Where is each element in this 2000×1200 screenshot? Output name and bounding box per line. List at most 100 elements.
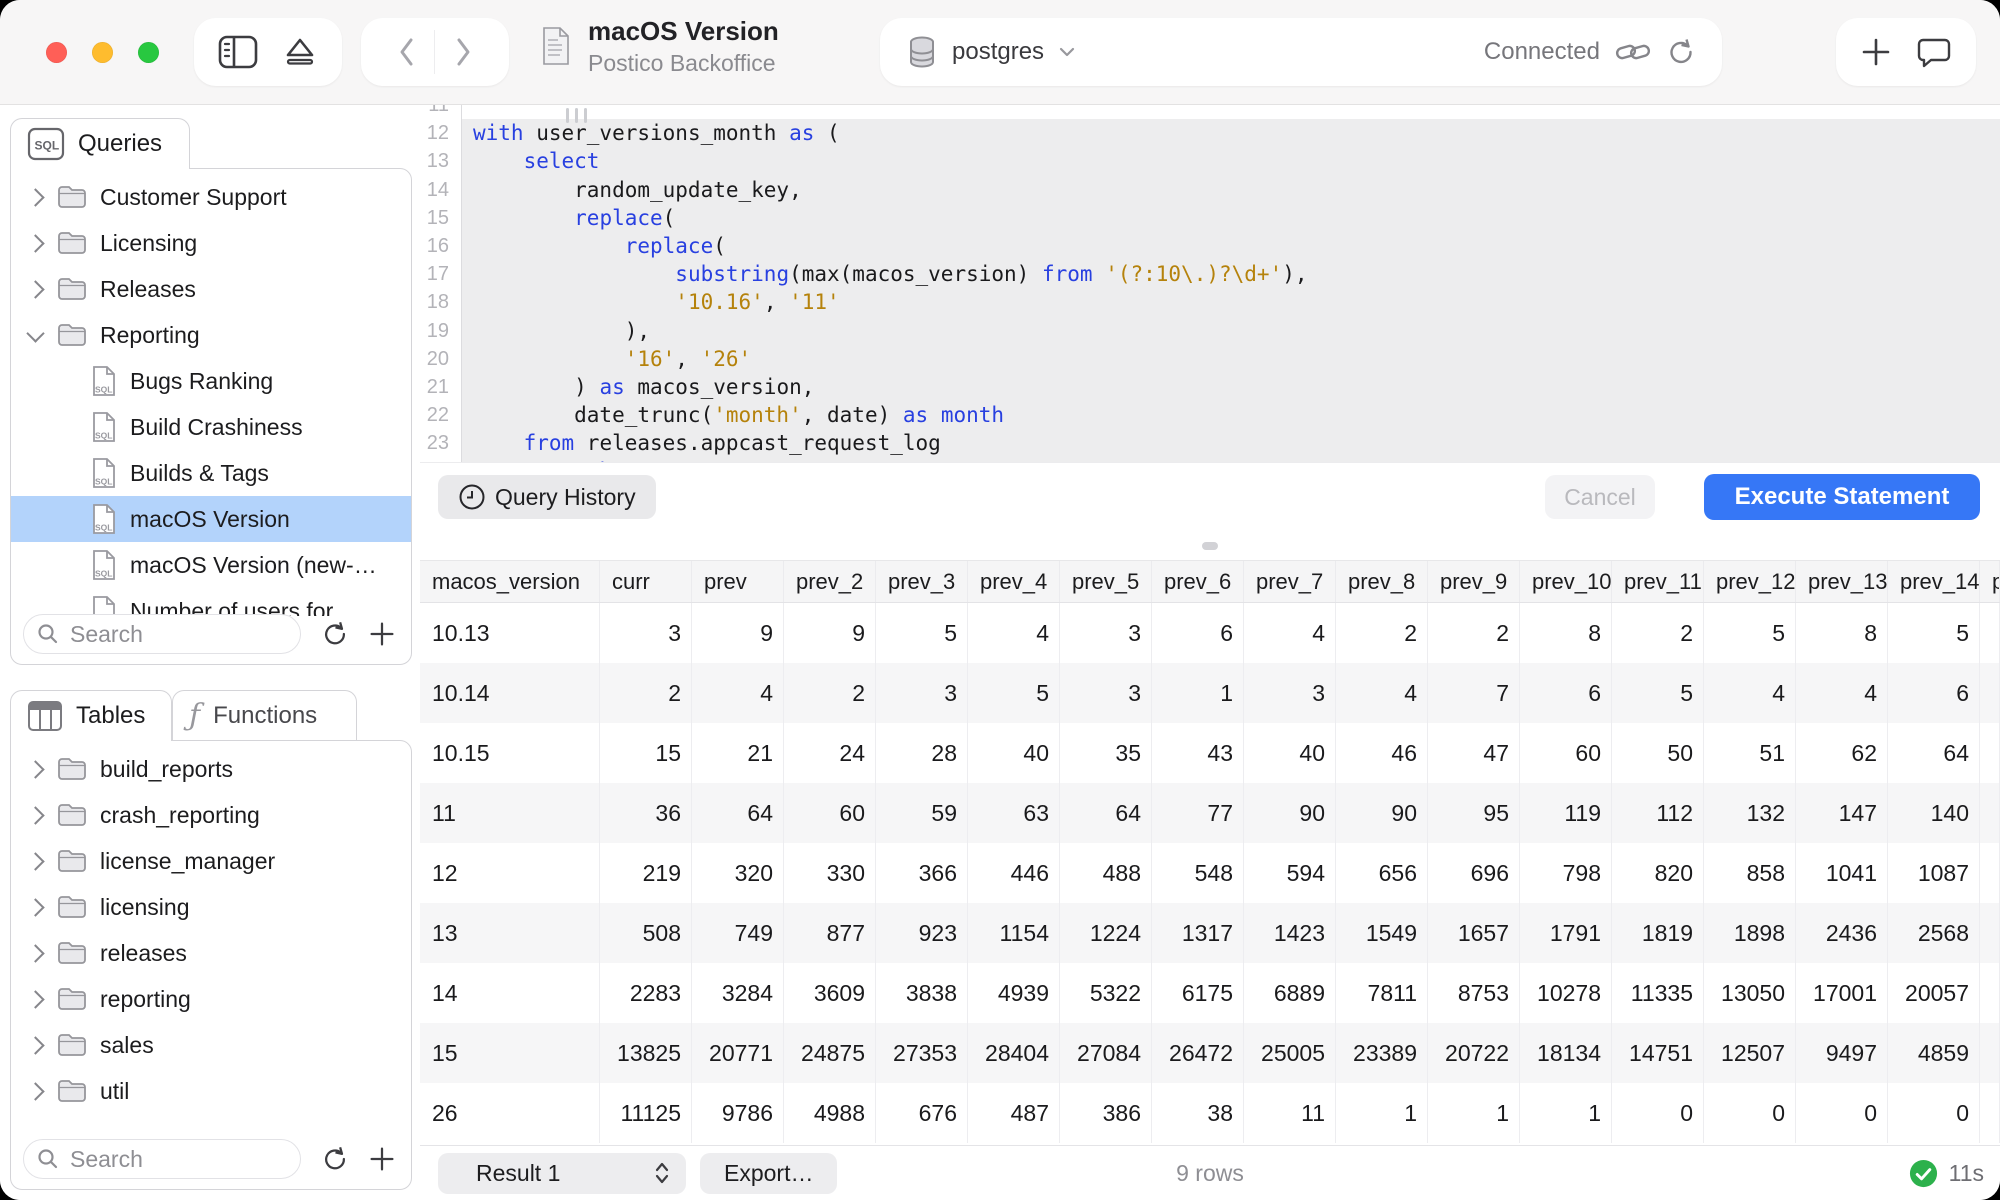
chevron-right-icon[interactable]: [26, 234, 44, 252]
query-item-builds-tags[interactable]: SQLBuilds & Tags: [11, 450, 411, 496]
cell-prev-7[interactable]: 1423: [1244, 903, 1336, 963]
tab-functions[interactable]: ƒ Functions: [172, 690, 357, 740]
cell-prev[interactable]: 4: [692, 663, 784, 723]
cell-prev[interactable]: 20771: [692, 1023, 784, 1083]
cell-prev-4[interactable]: 446: [968, 843, 1060, 903]
close-window-button[interactable]: [46, 42, 67, 63]
cell-prev-6[interactable]: 6: [1152, 603, 1244, 663]
cell-prev-2[interactable]: 4988: [784, 1083, 876, 1143]
cell-clipped[interactable]: [1980, 663, 2000, 723]
cell-prev-12[interactable]: 1898: [1704, 903, 1796, 963]
cell-prev-13[interactable]: 147: [1796, 783, 1888, 843]
cell-prev-3[interactable]: 3: [876, 663, 968, 723]
editor-line-13[interactable]: 13 select: [420, 147, 2000, 175]
cell-prev-8[interactable]: 90: [1336, 783, 1428, 843]
cell-clipped[interactable]: [1980, 1083, 2000, 1143]
column-header-prev-14[interactable]: prev_14: [1888, 561, 1980, 602]
cell-clipped[interactable]: [1980, 963, 2000, 1023]
cell-macos-version[interactable]: 10.14: [420, 663, 600, 723]
column-header-prev-2[interactable]: prev_2: [784, 561, 876, 602]
export-button[interactable]: Export…: [700, 1153, 837, 1194]
query-item-licensing[interactable]: Licensing: [11, 220, 411, 266]
tab-tables[interactable]: Tables: [10, 690, 172, 741]
cell-prev-9[interactable]: 20722: [1428, 1023, 1520, 1083]
cell-prev-13[interactable]: 4: [1796, 663, 1888, 723]
cell-prev-12[interactable]: 51: [1704, 723, 1796, 783]
cell-curr[interactable]: 36: [600, 783, 692, 843]
editor-line-23[interactable]: 23 from releases.appcast_request_log: [420, 429, 2000, 457]
editor-line-20[interactable]: 20 '16', '26': [420, 345, 2000, 373]
cell-prev-2[interactable]: 24875: [784, 1023, 876, 1083]
cell-prev-5[interactable]: 64: [1060, 783, 1152, 843]
table-row-10-13[interactable]: 10.13399543642282585: [420, 603, 2000, 663]
query-item-reporting[interactable]: Reporting: [11, 312, 411, 358]
cell-prev-4[interactable]: 40: [968, 723, 1060, 783]
column-header-macos-version[interactable]: macos_version: [420, 561, 600, 602]
cell-prev-5[interactable]: 1224: [1060, 903, 1152, 963]
cell-prev-8[interactable]: 1549: [1336, 903, 1428, 963]
cell-prev-9[interactable]: 7: [1428, 663, 1520, 723]
cell-prev-3[interactable]: 28: [876, 723, 968, 783]
schema-item-reporting[interactable]: reporting: [11, 976, 411, 1022]
cell-curr[interactable]: 219: [600, 843, 692, 903]
chevron-right-icon[interactable]: [26, 1082, 44, 1100]
cell-prev-3[interactable]: 676: [876, 1083, 968, 1143]
editor-line-11[interactable]: 11: [420, 105, 2000, 119]
cell-prev[interactable]: 9: [692, 603, 784, 663]
queries-searchbox[interactable]: [23, 614, 301, 654]
new-item-icon[interactable]: [1861, 37, 1891, 67]
chevron-down-icon[interactable]: [26, 324, 44, 342]
cell-clipped[interactable]: [1980, 903, 2000, 963]
cell-prev-10[interactable]: 798: [1520, 843, 1612, 903]
schema-item-releases[interactable]: releases: [11, 930, 411, 976]
cell-macos-version[interactable]: 14: [420, 963, 600, 1023]
column-header-prev-15-clipped[interactable]: prev_15: [1980, 561, 2000, 602]
chevron-right-icon[interactable]: [26, 188, 44, 206]
query-item-bugs-ranking[interactable]: SQLBugs Ranking: [11, 358, 411, 404]
cell-prev-2[interactable]: 330: [784, 843, 876, 903]
minimize-window-button[interactable]: [92, 42, 113, 63]
cell-prev-6[interactable]: 1317: [1152, 903, 1244, 963]
cancel-button[interactable]: Cancel: [1545, 475, 1655, 519]
tables-search-input[interactable]: [68, 1145, 262, 1174]
toggle-sidebar-icon[interactable]: [217, 34, 259, 70]
editor-line-18[interactable]: 18 '10.16', '11': [420, 288, 2000, 316]
chevron-right-icon[interactable]: [26, 990, 44, 1008]
query-item-macos-version-new[interactable]: SQLmacOS Version (new-…: [11, 542, 411, 588]
cell-prev-7[interactable]: 40: [1244, 723, 1336, 783]
cell-prev-4[interactable]: 4: [968, 603, 1060, 663]
cell-prev-2[interactable]: 3609: [784, 963, 876, 1023]
cell-macos-version[interactable]: 13: [420, 903, 600, 963]
chevron-right-icon[interactable]: [26, 898, 44, 916]
tab-queries[interactable]: SQL Queries: [10, 118, 190, 169]
cell-curr[interactable]: 15: [600, 723, 692, 783]
query-item-releases[interactable]: Releases: [11, 266, 411, 312]
table-row-10-15[interactable]: 10.15152124284035434046476050516264: [420, 723, 2000, 783]
editor-line-15[interactable]: 15 replace(: [420, 204, 2000, 232]
execute-statement-button[interactable]: Execute Statement: [1704, 474, 1980, 520]
cell-prev-12[interactable]: 858: [1704, 843, 1796, 903]
cell-macos-version[interactable]: 11: [420, 783, 600, 843]
cell-prev-14[interactable]: 6: [1888, 663, 1980, 723]
cell-prev-8[interactable]: 2: [1336, 603, 1428, 663]
column-header-prev-10[interactable]: prev_10: [1520, 561, 1612, 602]
cell-macos-version[interactable]: 26: [420, 1083, 600, 1143]
cell-prev-13[interactable]: 9497: [1796, 1023, 1888, 1083]
result-selector[interactable]: Result 1: [438, 1153, 686, 1194]
splitter-handle[interactable]: [1202, 542, 1218, 550]
editor-line-16[interactable]: 16 replace(: [420, 232, 2000, 260]
reconnect-icon[interactable]: [1666, 37, 1696, 67]
cell-prev-6[interactable]: 77: [1152, 783, 1244, 843]
cell-prev-6[interactable]: 1: [1152, 663, 1244, 723]
cell-clipped[interactable]: [1980, 723, 2000, 783]
editor-line-12[interactable]: 12with user_versions_month as (: [420, 119, 2000, 147]
cell-macos-version[interactable]: 10.13: [420, 603, 600, 663]
column-header-prev-9[interactable]: prev_9: [1428, 561, 1520, 602]
cell-prev-5[interactable]: 386: [1060, 1083, 1152, 1143]
query-item-customer-support[interactable]: Customer Support: [11, 174, 411, 220]
tables-searchbox[interactable]: [23, 1139, 301, 1179]
chevron-right-icon[interactable]: [26, 806, 44, 824]
cell-prev-12[interactable]: 4: [1704, 663, 1796, 723]
editor-line-19[interactable]: 19 ),: [420, 317, 2000, 345]
cell-prev-11[interactable]: 14751: [1612, 1023, 1704, 1083]
